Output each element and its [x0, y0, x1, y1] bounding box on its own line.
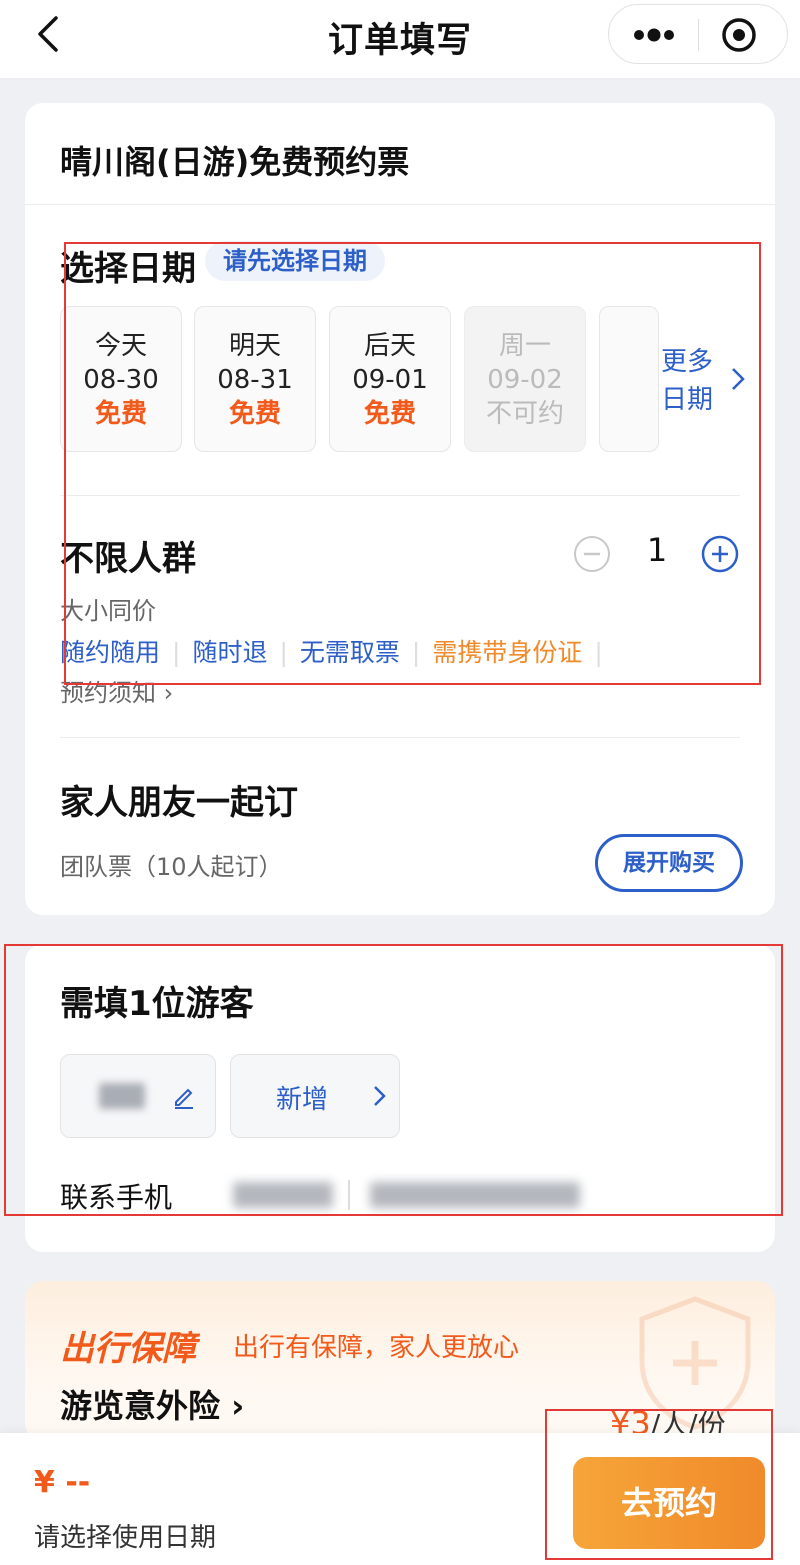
date-value: 08-30	[83, 365, 159, 395]
date-value: 08-31	[217, 365, 293, 395]
date-option-day-after[interactable]: 后天 09-01 免费	[329, 306, 451, 452]
insurance-name: 游览意外险	[60, 1387, 221, 1425]
date-status: 免费	[94, 399, 147, 429]
group-subtitle: 团队票（10人起订）	[60, 853, 283, 881]
country-code-redacted[interactable]	[233, 1182, 333, 1208]
ticket-tags: 随约随用 | 随时退 | 无需取票 | 需携带身份证 |	[60, 638, 603, 667]
capsule-divider	[698, 19, 699, 51]
booking-notice-link[interactable]: 预约须知 ›	[60, 673, 173, 708]
ticket-card: 晴川阁(日游)免费预约票 选择日期 请先选择日期 今天 08-30 免费 明天 …	[25, 103, 775, 915]
tag: 随约随用	[60, 638, 161, 667]
tag-warning: 需携带身份证	[432, 638, 583, 667]
insurance-slogan: 出行有保障，家人更放心	[233, 1333, 520, 1363]
bottom-action-bar: ¥ -- 请选择使用日期 去预约	[0, 1433, 800, 1565]
date-option-today[interactable]: 今天 08-30 免费	[60, 306, 182, 452]
date-status: 不可约	[485, 399, 564, 429]
date-day-label: 后天	[363, 331, 416, 361]
bottom-hint: 请选择使用日期	[34, 1523, 217, 1553]
crowd-title: 不限人群	[60, 539, 196, 579]
mini-program-capsule	[608, 4, 788, 64]
more-dates-label-1: 更多	[661, 347, 714, 377]
date-day-label: 今天	[94, 331, 147, 361]
date-hint-badge: 请先选择日期	[205, 241, 385, 281]
visitor-chip[interactable]	[60, 1054, 216, 1138]
increment-icon[interactable]	[701, 535, 739, 573]
insurance-card: 出行保障 出行有保障，家人更放心 游览意外险 › ¥3/人/份	[25, 1281, 775, 1441]
total-price: ¥ --	[34, 1465, 91, 1500]
date-value: 09-02	[487, 365, 563, 395]
tag: 随时退	[192, 638, 268, 667]
insurance-brand: 出行保障	[60, 1329, 196, 1369]
date-day-label: 明天	[228, 331, 281, 361]
date-section-title: 选择日期	[60, 249, 196, 289]
decrement-icon[interactable]	[573, 535, 611, 573]
insurance-name-link[interactable]: 游览意外险 ›	[60, 1381, 244, 1427]
more-dates-link[interactable]: 更多 日期	[661, 343, 761, 419]
phone-label: 联系手机	[60, 1181, 173, 1214]
add-visitor-button[interactable]: 新增	[230, 1054, 400, 1138]
close-miniprogram-icon[interactable]	[721, 17, 757, 53]
visitor-name-redacted	[99, 1083, 145, 1109]
date-status: 免费	[363, 399, 416, 429]
date-option-partial[interactable]	[599, 306, 659, 452]
date-option-monday: 周一 09-02 不可约	[464, 306, 586, 452]
price-note: 大小同价	[60, 597, 156, 625]
book-button[interactable]: 去预约	[573, 1457, 765, 1549]
divider	[60, 495, 740, 496]
quantity-value: 1	[646, 531, 668, 569]
group-title: 家人朋友一起订	[60, 783, 298, 823]
date-option-tomorrow[interactable]: 明天 08-31 免费	[194, 306, 316, 452]
chevron-right-icon	[374, 1086, 386, 1106]
date-value: 09-01	[352, 365, 428, 395]
date-status: 免费	[228, 399, 281, 429]
booking-notice-label: 预约须知	[60, 679, 156, 707]
visitor-card: 需填1位游客 新增 联系手机	[25, 944, 775, 1252]
phone-divider	[348, 1180, 350, 1210]
visitor-title: 需填1位游客	[60, 984, 254, 1024]
divider	[25, 204, 775, 205]
phone-number-redacted[interactable]	[370, 1182, 580, 1208]
tag: 无需取票	[299, 638, 400, 667]
divider	[60, 737, 740, 738]
more-dates-label-2: 日期	[661, 385, 714, 415]
nav-bar: 订单填写	[0, 0, 800, 78]
add-visitor-label: 新增	[276, 1085, 329, 1115]
edit-icon[interactable]	[171, 1083, 197, 1109]
more-icon[interactable]	[629, 21, 679, 49]
expand-buy-button[interactable]: 展开购买	[595, 834, 743, 892]
ticket-name: 晴川阁(日游)免费预约票	[60, 143, 410, 181]
date-day-label: 周一	[498, 331, 551, 361]
chevron-right-icon	[732, 368, 745, 390]
